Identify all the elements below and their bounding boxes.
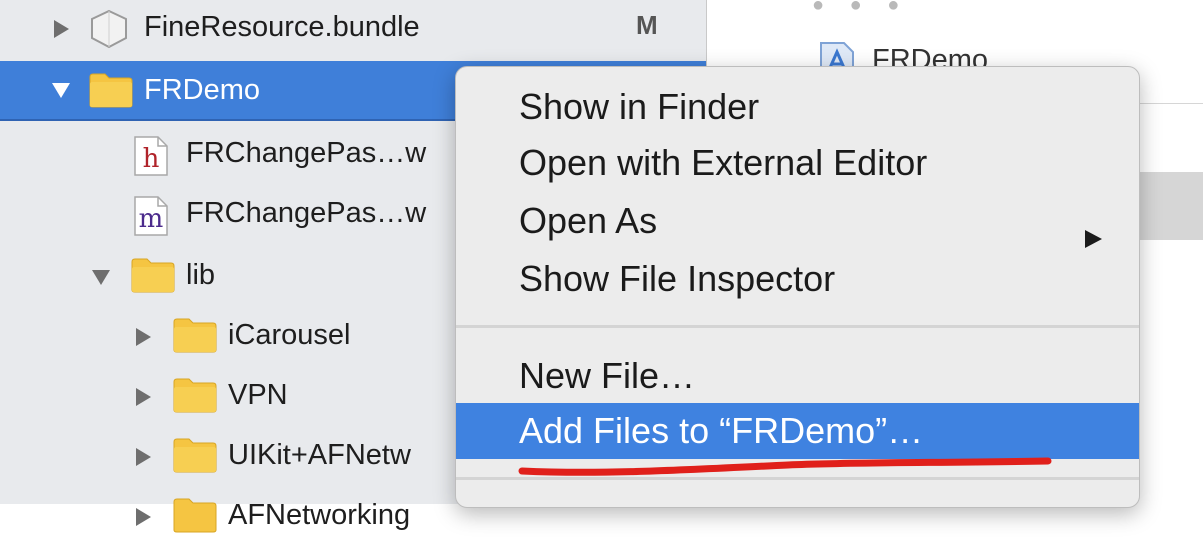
disclosure-right-icon[interactable] bbox=[132, 446, 154, 468]
folder-icon bbox=[88, 71, 134, 114]
menu-item-label: Open As bbox=[519, 200, 658, 241]
implementation-file-icon: m bbox=[134, 196, 168, 236]
disclosure-right-icon[interactable] bbox=[132, 386, 154, 408]
navigator-item-label: iCarousel bbox=[228, 319, 351, 351]
folder-icon bbox=[172, 376, 218, 419]
navigator-item-label: FRChangePas…w bbox=[186, 137, 427, 169]
bundle-icon bbox=[88, 8, 130, 55]
folder-icon bbox=[172, 316, 218, 359]
menu-item-new-file[interactable]: New File… bbox=[456, 348, 1139, 404]
navigator-item-label: FRDemo bbox=[144, 74, 261, 106]
header-file-icon: h bbox=[134, 136, 168, 176]
navigator-item-label: FineResource.bundle bbox=[144, 11, 420, 43]
menu-separator bbox=[456, 325, 1139, 328]
folder-icon bbox=[172, 496, 218, 539]
navigator-item-label: VPN bbox=[228, 379, 288, 411]
menu-item-label: Show File Inspector bbox=[519, 258, 836, 299]
menu-item-open-with-external-editor[interactable]: Open with External Editor bbox=[456, 135, 1139, 191]
menu-item-show-in-finder[interactable]: Show in Finder bbox=[456, 79, 1139, 135]
navigator-item-label: UIKit+AFNetw bbox=[228, 439, 411, 471]
submenu-arrow-icon bbox=[1082, 210, 1104, 248]
menu-item-add-files[interactable]: Add Files to “FRDemo”… bbox=[456, 403, 1139, 459]
window-controls-icon: ● ● ● bbox=[812, 0, 910, 16]
disclosure-down-icon[interactable] bbox=[90, 266, 112, 288]
disclosure-down-icon[interactable] bbox=[50, 79, 72, 101]
navigator-item-label: lib bbox=[186, 259, 216, 291]
menu-item-open-as[interactable]: Open As bbox=[456, 193, 1139, 249]
source-control-badge: M bbox=[636, 10, 658, 40]
folder-icon bbox=[172, 436, 218, 479]
menu-item-label: Add Files to “FRDemo”… bbox=[519, 410, 924, 451]
disclosure-right-icon[interactable] bbox=[132, 506, 154, 528]
disclosure-right-icon[interactable] bbox=[50, 18, 72, 40]
menu-item-label: Open with External Editor bbox=[519, 142, 928, 183]
folder-icon bbox=[130, 256, 176, 299]
navigator-item-label: AFNetworking bbox=[228, 499, 411, 531]
disclosure-right-icon[interactable] bbox=[132, 326, 154, 348]
navigator-row-fineresource-bundle[interactable]: FineResource.bundle M bbox=[0, 0, 706, 58]
context-menu: Show in Finder Open with External Editor… bbox=[455, 66, 1140, 508]
menu-item-label: Show in Finder bbox=[519, 86, 760, 127]
menu-item-label: New File… bbox=[519, 355, 696, 396]
menu-item-show-file-inspector[interactable]: Show File Inspector bbox=[456, 251, 1139, 307]
navigator-item-label: FRChangePas…w bbox=[186, 197, 427, 229]
red-underline-annotation bbox=[518, 455, 1058, 490]
